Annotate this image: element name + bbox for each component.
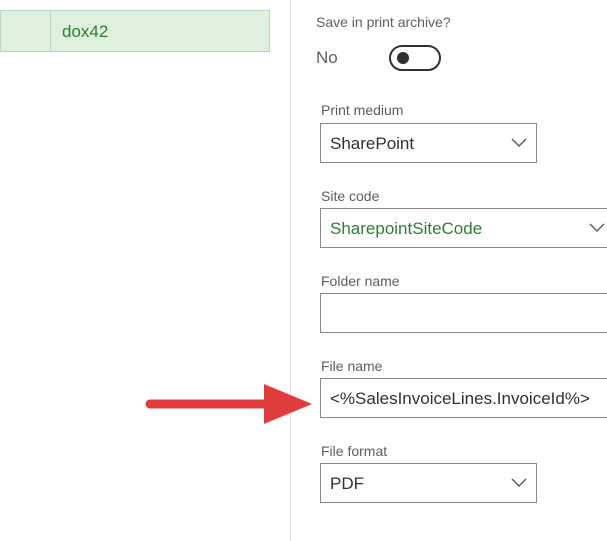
row-selector[interactable] bbox=[1, 11, 51, 51]
site-code-label: Site code bbox=[321, 188, 380, 204]
chevron-down-icon bbox=[511, 138, 527, 148]
folder-name-label: Folder name bbox=[321, 273, 400, 289]
file-format-label: File format bbox=[321, 443, 388, 459]
print-medium-label: Print medium bbox=[321, 102, 404, 118]
archive-toggle[interactable] bbox=[389, 45, 441, 71]
file-format-value: PDF bbox=[330, 474, 364, 493]
print-medium-select[interactable]: SharePoint bbox=[320, 123, 537, 163]
site-code-select[interactable]: SharepointSiteCode bbox=[320, 208, 607, 248]
archive-label: Save in print archive? bbox=[316, 14, 451, 30]
folder-name-input[interactable] bbox=[320, 293, 607, 333]
chevron-down-icon bbox=[589, 223, 605, 233]
file-name-label: File name bbox=[321, 358, 383, 374]
file-name-value: <%SalesInvoiceLines.InvoiceId%> bbox=[330, 389, 590, 408]
record-list: dox42 bbox=[0, 0, 291, 541]
chevron-down-icon bbox=[511, 478, 527, 488]
row-value: dox42 bbox=[62, 22, 109, 41]
list-row-selected[interactable]: dox42 bbox=[0, 10, 270, 52]
print-medium-value: SharePoint bbox=[330, 134, 415, 153]
file-name-input[interactable]: <%SalesInvoiceLines.InvoiceId%> bbox=[320, 378, 607, 418]
annotation-arrow bbox=[145, 384, 312, 424]
site-code-value: SharepointSiteCode bbox=[330, 219, 483, 238]
toggle-knob bbox=[397, 52, 409, 64]
file-format-select[interactable]: PDF bbox=[320, 463, 537, 503]
archive-toggle-state: No bbox=[316, 48, 338, 67]
